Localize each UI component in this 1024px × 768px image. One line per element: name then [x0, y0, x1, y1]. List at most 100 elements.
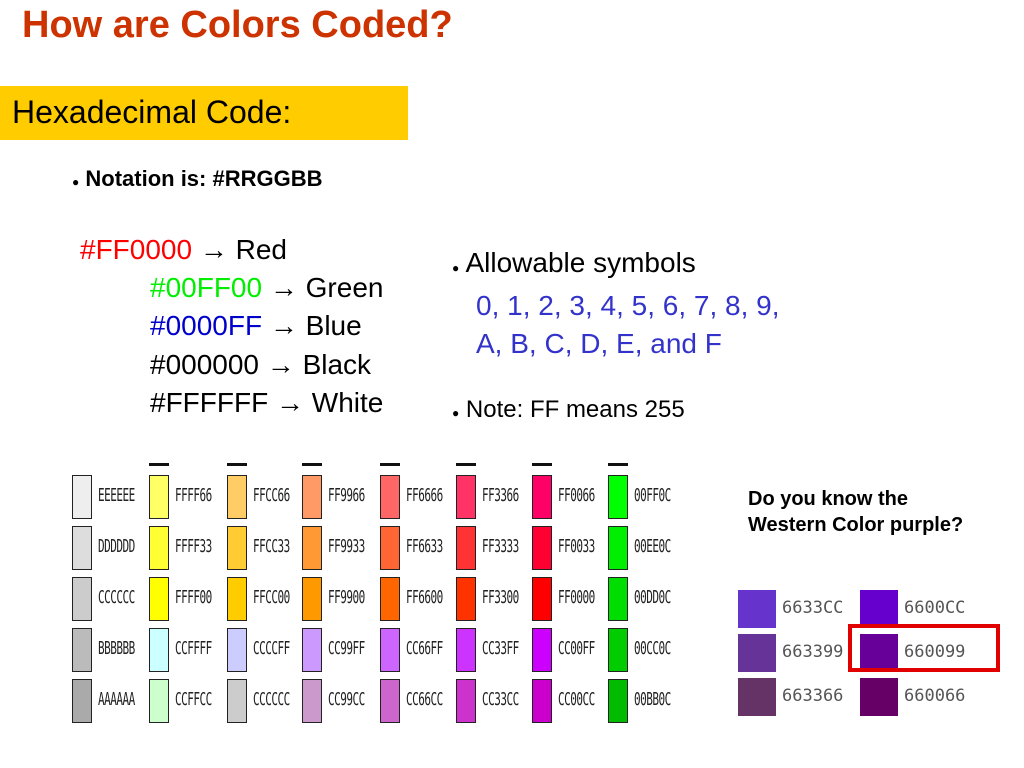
- color-swatch: [380, 577, 400, 621]
- color-swatch-label: 00FF0C: [634, 485, 671, 506]
- purple-swatch-label: 663399: [782, 642, 844, 662]
- purple-swatch: [860, 678, 898, 716]
- hex-code: #0000FF: [150, 310, 263, 341]
- color-swatch-label: CC99FF: [328, 638, 365, 659]
- notation-bullet: ● Notation is: #RRGGBB: [72, 166, 323, 192]
- hex-code: #00FF00: [150, 272, 263, 303]
- color-swatch: [380, 679, 400, 723]
- color-swatch: [149, 577, 169, 621]
- color-swatch: [302, 475, 322, 519]
- color-name: Black: [302, 349, 372, 380]
- purple-swatch-label: 6633CC: [782, 598, 844, 618]
- note-text: Note: FF means 255: [465, 396, 685, 423]
- color-swatch: [608, 577, 628, 621]
- color-swatch: [456, 526, 476, 570]
- allowable-symbols-letters: A, B, C, D, E, and F: [476, 328, 722, 359]
- color-swatch-label: FF3300: [482, 587, 519, 608]
- color-swatch: [227, 628, 247, 672]
- color-swatch: [532, 577, 552, 621]
- color-swatch-label: 00EE0C: [634, 536, 671, 557]
- hex-code: #FF0000: [80, 234, 193, 265]
- color-swatch: [72, 475, 92, 519]
- purple-swatch: [738, 634, 776, 672]
- color-name: Blue: [305, 310, 362, 341]
- color-swatch-label: CCFFFF: [175, 638, 212, 659]
- allowable-symbols-digits: 0, 1, 2, 3, 4, 5, 6, 7, 8, 9,: [476, 290, 780, 321]
- purple-swatch-label: 6600CC: [904, 598, 966, 618]
- purple-swatch-label: 660066: [904, 686, 966, 706]
- color-swatch-label: FF6666: [406, 485, 443, 506]
- hex-example-green: #00FF00 → Green: [150, 272, 383, 304]
- color-swatch: [149, 526, 169, 570]
- purple-swatch: [860, 590, 898, 628]
- color-swatch: [532, 475, 552, 519]
- color-swatch: [72, 628, 92, 672]
- color-swatch-label: 00CC0C: [634, 638, 671, 659]
- color-swatch-label: CC33FF: [482, 638, 519, 659]
- color-swatch: [380, 475, 400, 519]
- color-name: White: [311, 387, 384, 418]
- hex-example-black: #000000 → Black: [150, 349, 371, 381]
- color-swatch-label: FF0033: [558, 536, 595, 557]
- color-swatch: [149, 628, 169, 672]
- color-swatch-label: FFCC00: [253, 587, 290, 608]
- slide-title: How are Colors Coded?: [22, 4, 453, 46]
- slide-subtitle: Hexadecimal Code:: [12, 94, 292, 130]
- purple-swatch-label: 663366: [782, 686, 844, 706]
- color-swatch: [380, 628, 400, 672]
- color-swatch-label: CCFFCC: [175, 689, 212, 710]
- purple-highlight-box: [848, 624, 1000, 672]
- color-swatch-label: FFFF33: [175, 536, 212, 557]
- color-swatch: [532, 526, 552, 570]
- color-swatch-label: FF9933: [328, 536, 365, 557]
- color-swatch-label: CC00CC: [558, 689, 595, 710]
- color-swatch: [608, 628, 628, 672]
- allowable-symbols-label: Allowable symbols: [465, 247, 696, 278]
- color-swatch-label: FF3366: [482, 485, 519, 506]
- color-swatch: [72, 679, 92, 723]
- color-swatch-label: FFFF66: [175, 485, 212, 506]
- color-swatch: [227, 475, 247, 519]
- hex-code: #000000: [150, 349, 260, 380]
- arrow-right-icon: →: [192, 234, 236, 265]
- swatch-column-cap: [149, 463, 169, 466]
- swatch-column-cap: [227, 463, 247, 466]
- color-swatch: [72, 577, 92, 621]
- purple-swatch: [738, 590, 776, 628]
- color-swatch: [380, 526, 400, 570]
- color-swatch-label: BBBBBB: [98, 638, 135, 659]
- swatch-column-cap: [608, 463, 628, 466]
- color-swatch-label: 00DD0C: [634, 587, 671, 608]
- color-swatch-label: FF0066: [558, 485, 595, 506]
- color-swatch-label: FFFF00: [175, 587, 212, 608]
- allowable-symbols-bullet: ● Allowable symbols 0, 1, 2, 3, 4, 5, 6,…: [452, 244, 780, 363]
- color-name: Green: [305, 272, 384, 303]
- color-swatch: [456, 475, 476, 519]
- color-swatch-label: FF9966: [328, 485, 365, 506]
- color-swatch-label: CC33CC: [482, 689, 519, 710]
- color-swatch-label: EEEEEE: [98, 485, 135, 506]
- notation-text: Notation is: #RRGGBB: [85, 166, 323, 191]
- color-swatch: [72, 526, 92, 570]
- color-swatch-label: FFCC66: [253, 485, 290, 506]
- color-swatch-label: DDDDDD: [98, 536, 135, 557]
- hex-example-red: #FF0000 → Red: [80, 234, 287, 266]
- color-swatch: [149, 679, 169, 723]
- color-swatch-label: FF6633: [406, 536, 443, 557]
- hex-code: #FFFFFF: [150, 387, 269, 418]
- color-swatch-label: FF0000: [558, 587, 595, 608]
- color-swatch-label: FF3333: [482, 536, 519, 557]
- hex-example-blue: #0000FF → Blue: [150, 310, 362, 342]
- swatch-column-cap: [380, 463, 400, 466]
- color-swatch: [456, 577, 476, 621]
- swatch-column-cap: [302, 463, 322, 466]
- color-swatch: [532, 679, 552, 723]
- color-name: Red: [235, 234, 288, 265]
- color-swatch: [608, 475, 628, 519]
- purple-question: Do you know the Western Color purple?: [748, 488, 964, 536]
- arrow-right-icon: →: [262, 272, 306, 303]
- color-swatch-label: CCCCCC: [98, 587, 135, 608]
- color-swatch: [608, 679, 628, 723]
- color-swatch: [302, 628, 322, 672]
- color-swatch: [456, 679, 476, 723]
